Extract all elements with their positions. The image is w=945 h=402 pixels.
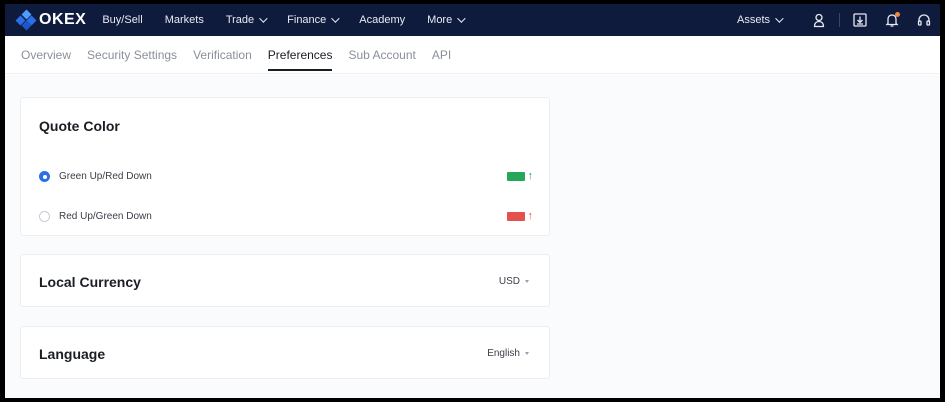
tab-sub-account[interactable]: Sub Account <box>348 36 415 74</box>
nav-more[interactable]: More <box>427 14 466 26</box>
nav-trade[interactable]: Trade <box>225 14 268 26</box>
arrow-up-icon: ↑ <box>527 170 534 182</box>
nav-label: Finance <box>287 14 327 26</box>
bell-icon[interactable] <box>876 4 908 36</box>
chevron-down-icon <box>775 14 784 23</box>
swatch-box <box>506 212 525 221</box>
account-tabs: Overview Security Settings Verification … <box>5 36 940 74</box>
notification-dot <box>895 12 900 17</box>
language-value: English <box>487 348 520 359</box>
option-label: Red Up/Green Down <box>59 211 152 222</box>
download-icon[interactable] <box>844 4 876 36</box>
radio-button[interactable] <box>39 171 50 182</box>
user-icon[interactable] <box>803 4 835 36</box>
tab-security-settings[interactable]: Security Settings <box>87 36 177 74</box>
chevron-down-icon <box>331 14 340 23</box>
logo-icon <box>15 9 37 31</box>
tab-verification[interactable]: Verification <box>193 36 252 74</box>
language-card: Language English <box>20 326 550 379</box>
nav-label: Academy <box>359 14 406 26</box>
app-frame: OKEX Buy/Sell Markets Trade Finance Acad… <box>5 4 940 398</box>
quote-color-title: Quote Color <box>39 118 120 134</box>
assets-label: Assets <box>736 14 770 26</box>
logo-text: OKEX <box>39 11 87 28</box>
nav-label: Trade <box>225 14 255 26</box>
caret-down-icon <box>525 280 529 283</box>
headset-icon[interactable] <box>908 4 940 36</box>
option-green-up-red-down[interactable]: Green Up/Red Down ↑ <box>39 171 533 182</box>
quote-color-card: Quote Color Green Up/Red Down ↑ Red Up/G… <box>20 97 550 236</box>
assets-menu[interactable]: Assets <box>736 14 784 26</box>
nav-label: Buy/Sell <box>102 14 143 26</box>
radio-button[interactable] <box>39 211 50 222</box>
currency-select[interactable]: USD <box>499 276 529 287</box>
caret-down-icon <box>525 352 529 355</box>
chevron-down-icon <box>259 14 268 23</box>
nav-label: Markets <box>164 14 204 26</box>
nav-buy-sell[interactable]: Buy/Sell <box>102 14 142 26</box>
chevron-down-icon <box>457 14 466 23</box>
tab-api[interactable]: API <box>432 36 451 74</box>
nav-markets[interactable]: Markets <box>165 14 204 26</box>
nav-label: More <box>427 14 453 26</box>
tab-overview[interactable]: Overview <box>21 36 71 74</box>
currency-value: USD <box>498 276 520 287</box>
color-swatch: ↑ <box>506 170 534 182</box>
option-red-up-green-down[interactable]: Red Up/Green Down ↑ <box>39 211 533 222</box>
top-navbar: OKEX Buy/Sell Markets Trade Finance Acad… <box>5 4 940 36</box>
logo[interactable]: OKEX <box>15 9 87 31</box>
local-currency-title: Local Currency <box>39 274 141 290</box>
nav-academy[interactable]: Academy <box>359 14 405 26</box>
swatch-box <box>506 172 525 181</box>
arrow-up-icon: ↑ <box>527 210 534 222</box>
color-swatch: ↑ <box>506 210 534 222</box>
language-title: Language <box>39 346 106 362</box>
nav-finance[interactable]: Finance <box>287 14 340 26</box>
local-currency-card: Local Currency USD <box>20 254 550 307</box>
tab-preferences[interactable]: Preferences <box>267 36 332 74</box>
language-select[interactable]: English <box>487 348 529 359</box>
option-label: Green Up/Red Down <box>59 171 152 182</box>
nav-divider <box>839 13 840 27</box>
